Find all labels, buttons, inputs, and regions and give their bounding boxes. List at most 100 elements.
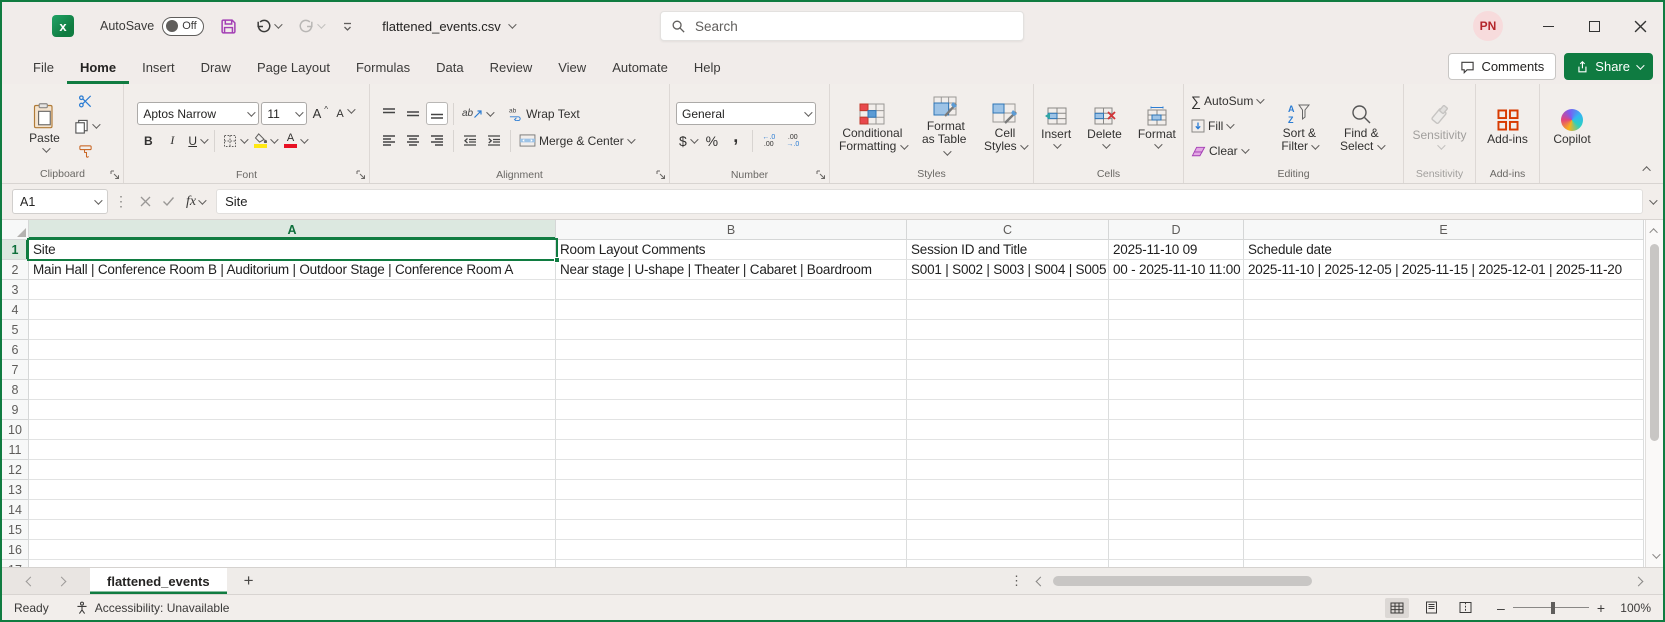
row-header-16[interactable]: 16: [2, 540, 29, 560]
paste-button[interactable]: Paste: [24, 99, 65, 153]
conditional-formatting-button[interactable]: Conditional Formatting: [834, 100, 911, 153]
zoom-slider-handle[interactable]: [1550, 601, 1555, 614]
cell-D9[interactable]: [1109, 400, 1244, 420]
align-center-button[interactable]: [402, 129, 424, 152]
name-box[interactable]: A1: [12, 189, 108, 214]
align-right-button[interactable]: [426, 129, 448, 152]
cell-C5[interactable]: [907, 320, 1109, 340]
ribbon-tab-file[interactable]: File: [20, 50, 67, 84]
cell-B2[interactable]: Near stage | U-shape | Theater | Cabaret…: [556, 260, 907, 280]
ribbon-tab-home[interactable]: Home: [67, 50, 129, 84]
close-button[interactable]: [1617, 2, 1663, 50]
cell-E7[interactable]: [1244, 360, 1644, 380]
alignment-dialog-launcher[interactable]: [656, 170, 666, 180]
column-header-E[interactable]: E: [1244, 220, 1644, 240]
cell-E12[interactable]: [1244, 460, 1644, 480]
cell-A9[interactable]: [29, 400, 556, 420]
cell-A14[interactable]: [29, 500, 556, 520]
cell-A6[interactable]: [29, 340, 556, 360]
underline-button[interactable]: U: [185, 129, 209, 152]
cell-C9[interactable]: [907, 400, 1109, 420]
cell-D12[interactable]: [1109, 460, 1244, 480]
horizontal-scroll-track[interactable]: [1051, 568, 1627, 594]
cell-A13[interactable]: [29, 480, 556, 500]
fill-color-button[interactable]: [251, 129, 279, 152]
undo-button[interactable]: [253, 16, 283, 37]
orientation-button[interactable]: ab: [459, 102, 495, 125]
row-header-6[interactable]: 6: [2, 340, 29, 360]
cell-E17[interactable]: [1244, 560, 1644, 567]
number-dialog-launcher[interactable]: [816, 170, 826, 180]
cell-E13[interactable]: [1244, 480, 1644, 500]
row-header-12[interactable]: 12: [2, 460, 29, 480]
cell-B11[interactable]: [556, 440, 907, 460]
row-header-2[interactable]: 2: [2, 260, 29, 280]
cell-styles-button[interactable]: Cell Styles: [981, 100, 1029, 153]
select-all-corner[interactable]: [2, 220, 29, 240]
next-sheet-button[interactable]: [56, 576, 67, 586]
row-header-7[interactable]: 7: [2, 360, 29, 380]
cell-E16[interactable]: [1244, 540, 1644, 560]
cell-D16[interactable]: [1109, 540, 1244, 560]
ribbon-tab-formulas[interactable]: Formulas: [343, 50, 423, 84]
minimize-button[interactable]: [1525, 2, 1571, 50]
cell-D5[interactable]: [1109, 320, 1244, 340]
save-button[interactable]: [218, 16, 239, 37]
column-header-A[interactable]: A: [29, 220, 556, 240]
percent-style-button[interactable]: %: [701, 129, 723, 152]
font-size-combo[interactable]: 11: [261, 102, 308, 126]
fill-button[interactable]: Fill: [1188, 115, 1235, 138]
excel-app-icon[interactable]: x: [52, 15, 74, 37]
scroll-left-button[interactable]: [1033, 576, 1047, 586]
cell-C17[interactable]: [907, 560, 1109, 567]
ribbon-tab-help[interactable]: Help: [681, 50, 734, 84]
comments-button[interactable]: Comments: [1448, 53, 1557, 80]
document-title[interactable]: flattened_events.csv: [382, 19, 517, 34]
font-name-combo[interactable]: Aptos Narrow: [137, 102, 260, 126]
page-break-preview-button[interactable]: [1453, 598, 1477, 618]
cell-C4[interactable]: [907, 300, 1109, 320]
insert-cells-button[interactable]: Insert: [1036, 103, 1076, 149]
increase-font-size-button[interactable]: A ^: [309, 102, 331, 125]
cell-C8[interactable]: [907, 380, 1109, 400]
number-format-combo[interactable]: General: [676, 102, 816, 126]
cell-C11[interactable]: [907, 440, 1109, 460]
ribbon-tab-view[interactable]: View: [545, 50, 599, 84]
increase-indent-button[interactable]: [483, 129, 505, 152]
formula-bar-handle[interactable]: ⋮: [114, 193, 128, 210]
cell-B1[interactable]: Room Layout Comments: [556, 240, 907, 260]
bold-button[interactable]: B: [137, 129, 159, 152]
autosave-toggle[interactable]: Off: [162, 16, 205, 36]
customize-quick-access-button[interactable]: [339, 18, 356, 35]
cell-E8[interactable]: [1244, 380, 1644, 400]
horizontal-scrollbar[interactable]: [1029, 568, 1649, 594]
font-dialog-launcher[interactable]: [356, 170, 366, 180]
cell-C13[interactable]: [907, 480, 1109, 500]
cell-B14[interactable]: [556, 500, 907, 520]
cell-C12[interactable]: [907, 460, 1109, 480]
cell-A15[interactable]: [29, 520, 556, 540]
cell-E11[interactable]: [1244, 440, 1644, 460]
cell-C7[interactable]: [907, 360, 1109, 380]
decrease-indent-button[interactable]: [459, 129, 481, 152]
normal-view-button[interactable]: [1385, 597, 1410, 618]
cell-E6[interactable]: [1244, 340, 1644, 360]
wrap-text-button[interactable]: ab Wrap Text: [505, 102, 583, 125]
sort-filter-button[interactable]: A Z Sort & Filter: [1271, 100, 1327, 153]
increase-decimal-button[interactable]: ←.0.00: [758, 129, 780, 152]
cell-D2[interactable]: 00 - 2025-11-10 11:00: [1109, 260, 1244, 280]
enter-button[interactable]: [160, 194, 177, 209]
scroll-up-button[interactable]: [1646, 224, 1663, 238]
cell-B8[interactable]: [556, 380, 907, 400]
ribbon-tab-automate[interactable]: Automate: [599, 50, 681, 84]
accessibility-status[interactable]: Accessibility: Unavailable: [75, 601, 229, 615]
cell-B10[interactable]: [556, 420, 907, 440]
search-box[interactable]: [660, 11, 1024, 41]
cell-D1[interactable]: 2025-11-10 09: [1109, 240, 1244, 260]
column-header-B[interactable]: B: [556, 220, 907, 240]
vertical-scrollbar[interactable]: [1645, 220, 1663, 567]
share-button[interactable]: Share: [1564, 53, 1653, 80]
zoom-slider[interactable]: [1512, 601, 1589, 614]
cell-C6[interactable]: [907, 340, 1109, 360]
row-header-15[interactable]: 15: [2, 520, 29, 540]
